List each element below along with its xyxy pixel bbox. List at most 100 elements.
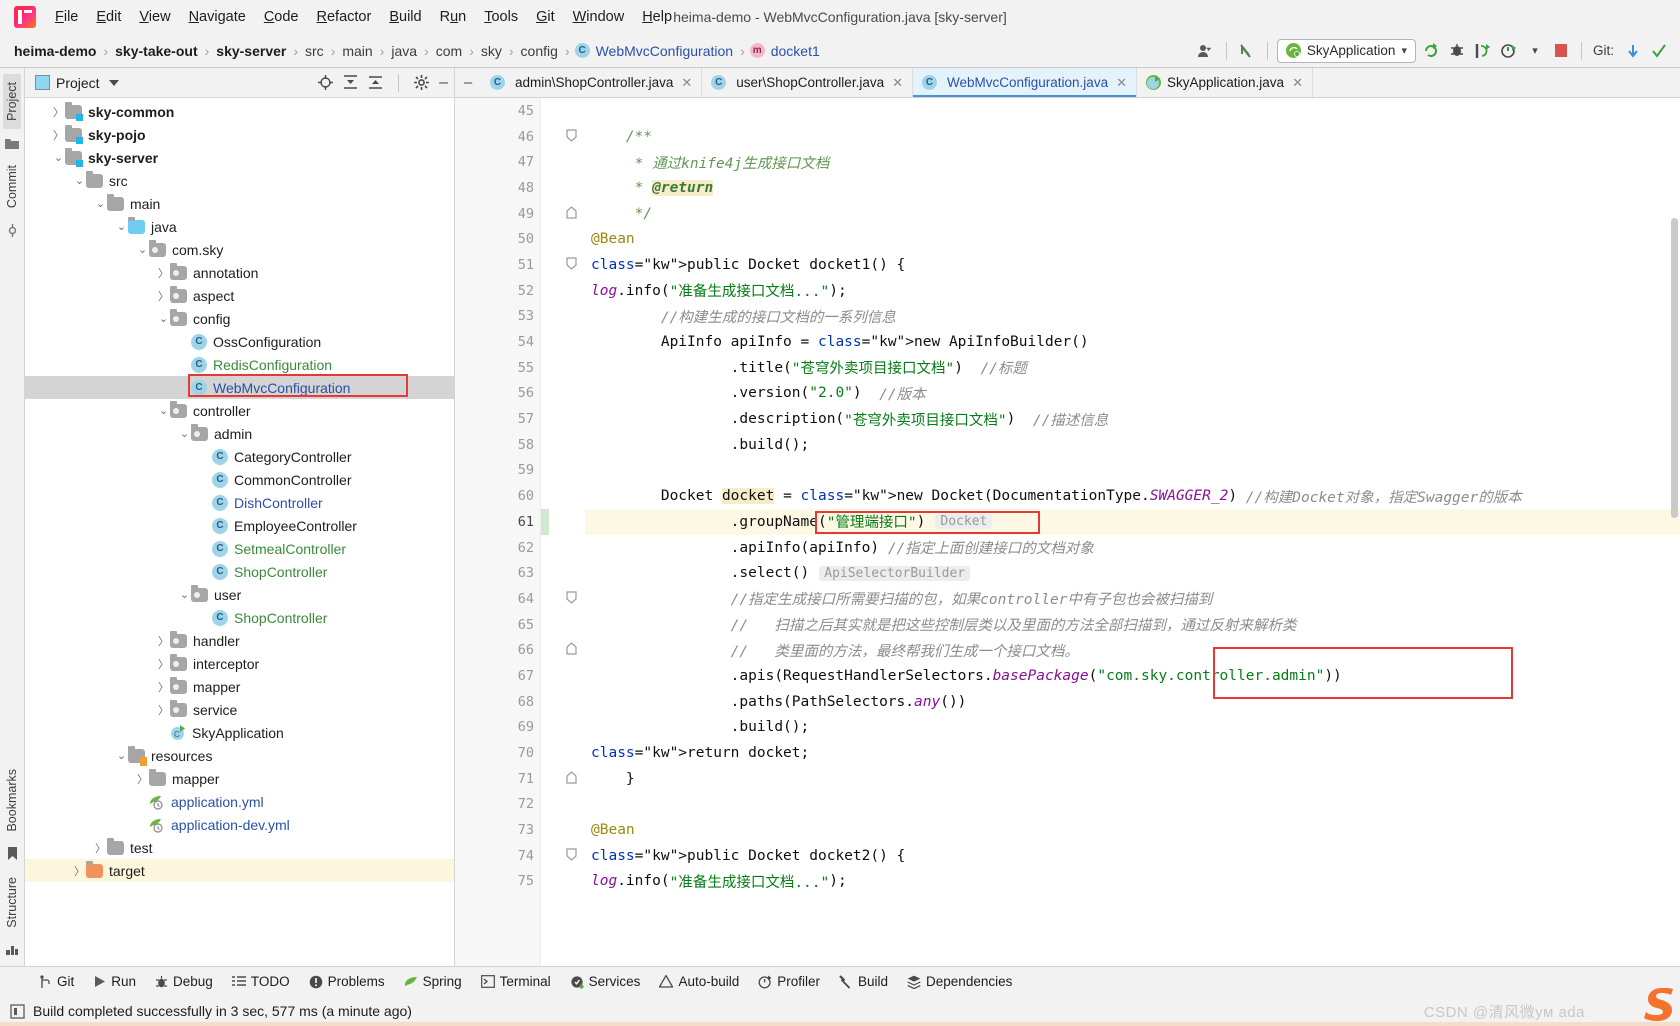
tree-node-employeecontroller[interactable]: C EmployeeController: [25, 514, 454, 537]
fold-marker-slot[interactable]: [541, 406, 585, 432]
chevron-right-icon[interactable]: 〉: [94, 840, 107, 856]
chevron-down-icon[interactable]: [108, 79, 119, 86]
menu-help[interactable]: Help: [633, 6, 681, 28]
chevron-right-icon[interactable]: 〉: [157, 656, 170, 672]
code-line[interactable]: [585, 792, 1680, 818]
editor-tab-skyapplication[interactable]: SkyApplication.java ✕: [1136, 68, 1313, 97]
chevron-down-icon[interactable]: ⌄: [157, 404, 170, 417]
chevron-right-icon[interactable]: 〉: [157, 265, 170, 281]
fold-marker-slot[interactable]: [541, 329, 585, 355]
tree-node-sky-common[interactable]: 〉 sky-common: [25, 100, 454, 123]
code-line[interactable]: .apis(RequestHandlerSelectors. basePackag…: [585, 663, 1680, 689]
tree-node-mapper[interactable]: 〉 mapper: [25, 675, 454, 698]
tree-node-skyapplication[interactable]: C SkyApplication: [25, 721, 454, 744]
fold-marker-slot[interactable]: [541, 663, 585, 689]
tree-node-user[interactable]: ⌄ user: [25, 583, 454, 606]
fold-marker-slot[interactable]: [541, 766, 585, 792]
sidebar-item-bookmarks[interactable]: Bookmarks: [3, 761, 21, 840]
menu-view[interactable]: View: [130, 6, 179, 28]
tree-node-sky-server[interactable]: ⌄ sky-server: [25, 146, 454, 169]
chevron-right-icon[interactable]: 〉: [136, 771, 149, 787]
code-line[interactable]: }: [585, 766, 1680, 792]
code-fold-icon[interactable]: [566, 591, 577, 604]
code-line[interactable]: @Bean: [585, 226, 1680, 252]
breadcrumb-item-4[interactable]: main: [340, 42, 374, 60]
close-icon[interactable]: ✕: [681, 75, 692, 91]
breadcrumb-item-10[interactable]: docket1: [769, 42, 822, 60]
user-settings-icon[interactable]: [1195, 40, 1217, 62]
fold-marker-slot[interactable]: [541, 843, 585, 869]
bottom-tab-todo[interactable]: TODO: [224, 972, 298, 991]
code-fold-icon[interactable]: [566, 257, 577, 270]
tree-node-mapper[interactable]: 〉 mapper: [25, 767, 454, 790]
tree-node-src[interactable]: ⌄ src: [25, 169, 454, 192]
code-line[interactable]: */: [585, 201, 1680, 227]
debug-icon[interactable]: [1446, 40, 1468, 62]
bottom-tab-profiler[interactable]: Profiler: [750, 972, 828, 991]
code-line[interactable]: @Bean: [585, 817, 1680, 843]
fold-marker-slot[interactable]: [541, 586, 585, 612]
close-icon[interactable]: ✕: [1292, 75, 1303, 91]
run-configuration-selector[interactable]: SkyApplication ▾: [1276, 38, 1416, 63]
select-opened-file-icon[interactable]: [318, 75, 334, 90]
fold-marker-slot[interactable]: [541, 252, 585, 278]
menu-git[interactable]: Git: [527, 6, 564, 28]
chevron-down-icon[interactable]: ⌄: [115, 749, 128, 762]
chevron-right-icon[interactable]: 〉: [157, 288, 170, 304]
fold-marker-slot[interactable]: [541, 124, 585, 150]
editor-fold-margin[interactable]: [540, 98, 585, 966]
bottom-tab-git[interactable]: Git: [30, 972, 82, 991]
tree-node-test[interactable]: 〉 test: [25, 836, 454, 859]
breadcrumb-item-7[interactable]: sky: [479, 42, 504, 60]
code-line[interactable]: .groupName("管理端接口") Docket: [585, 509, 1680, 535]
chevron-down-icon[interactable]: ⌄: [94, 197, 107, 210]
code-fold-icon[interactable]: [566, 771, 577, 784]
fold-marker-slot[interactable]: [541, 149, 585, 175]
chevron-down-icon[interactable]: ⌄: [115, 220, 128, 233]
fold-marker-slot[interactable]: [541, 817, 585, 843]
profiler-icon[interactable]: [1498, 40, 1520, 62]
tree-node-aspect[interactable]: 〉 aspect: [25, 284, 454, 307]
sidebar-item-project[interactable]: Project: [3, 74, 21, 129]
fold-marker-slot[interactable]: [541, 535, 585, 561]
tree-node-annotation[interactable]: 〉 annotation: [25, 261, 454, 284]
chevron-down-icon[interactable]: ⌄: [178, 588, 191, 601]
fold-marker-slot[interactable]: [541, 381, 585, 407]
code-line[interactable]: .title("苍穹外卖项目接口文档") //标题: [585, 355, 1680, 381]
menu-edit[interactable]: Edit: [87, 6, 130, 28]
code-line[interactable]: .select() ApiSelectorBuilder: [585, 560, 1680, 586]
tree-node-com-sky[interactable]: ⌄ com.sky: [25, 238, 454, 261]
chevron-down-icon[interactable]: ⌄: [136, 243, 149, 256]
stop-icon[interactable]: [1550, 40, 1572, 62]
tree-node-application-yml[interactable]: application.yml: [25, 790, 454, 813]
git-commit-checkmark-icon[interactable]: [1648, 40, 1670, 62]
tree-node-handler[interactable]: 〉 handler: [25, 629, 454, 652]
bottom-tab-debug[interactable]: Debug: [147, 972, 221, 991]
breadcrumb-item-3[interactable]: src: [303, 42, 326, 60]
bottom-tab-services[interactable]: Services: [562, 972, 649, 991]
chevron-right-icon[interactable]: 〉: [157, 633, 170, 649]
menu-refactor[interactable]: Refactor: [308, 6, 381, 28]
expand-all-icon[interactable]: [343, 75, 358, 90]
breadcrumb-item-1[interactable]: sky-take-out: [113, 42, 199, 60]
code-line[interactable]: //构建生成的接口文档的一系列信息: [585, 304, 1680, 330]
code-line[interactable]: class ="kw">public Docket docket2() {: [585, 843, 1680, 869]
code-line[interactable]: .description("苍穹外卖项目接口文档") //描述信息: [585, 406, 1680, 432]
code-editor[interactable]: 45 46 47 48 49 50 51 52 53 54 55 56 57 58 59 60 61 62 63 64…: [455, 98, 1680, 966]
code-line[interactable]: * 通过knife4j生成接口文档: [585, 149, 1680, 175]
code-line[interactable]: log .info("准备生成接口文档...");: [585, 869, 1680, 895]
code-line[interactable]: [585, 98, 1680, 124]
fold-marker-slot[interactable]: [541, 483, 585, 509]
fold-marker-slot[interactable]: [541, 278, 585, 304]
tree-node-controller[interactable]: ⌄ controller: [25, 399, 454, 422]
code-line[interactable]: ApiInfo apiInfo = class ="kw">new ApiInfo…: [585, 329, 1680, 355]
tree-node-dishcontroller[interactable]: C DishController: [25, 491, 454, 514]
fold-marker-slot[interactable]: [541, 792, 585, 818]
code-line[interactable]: class ="kw">public Docket docket1() {: [585, 252, 1680, 278]
collapse-all-icon[interactable]: [368, 75, 383, 90]
menu-build[interactable]: Build: [380, 6, 430, 28]
code-line[interactable]: .build();: [585, 432, 1680, 458]
bottom-tab-run[interactable]: Run: [85, 972, 144, 991]
menu-file[interactable]: FFileile: [46, 6, 87, 28]
tree-node-ossconfiguration[interactable]: C OssConfiguration: [25, 330, 454, 353]
